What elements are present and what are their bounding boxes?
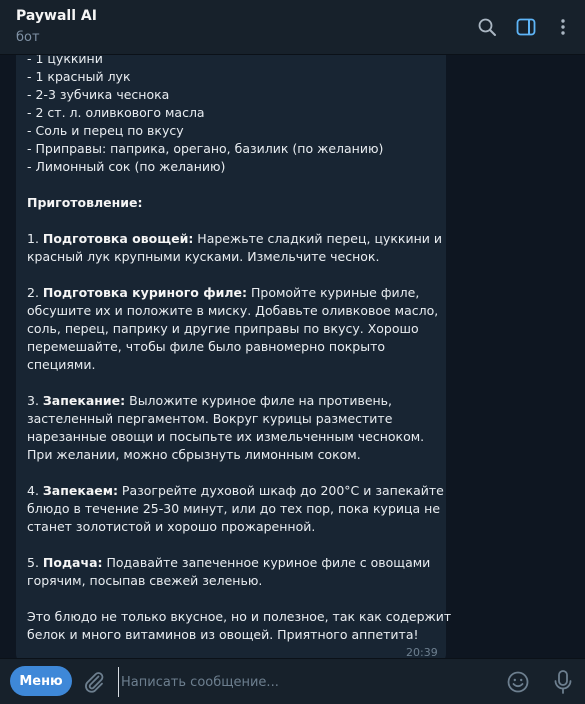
message-text: - 1 цуккини - 1 красный лук - 2-3 зубчика …	[27, 55, 451, 644]
bold-heading: Запекание:	[42, 393, 126, 408]
bold-heading: Запекаем:	[42, 483, 118, 498]
line-text: специями.	[27, 357, 96, 372]
message-line: 2. Подготовка куриного филе: Промойте ку…	[27, 284, 437, 302]
message-line: При желании, можно сбрызнуть лимонным со…	[27, 446, 437, 464]
message-line: - Соль и перец по вкусу	[27, 122, 437, 140]
line-text: застеленный пергаментом. Вокруг курицы р…	[27, 411, 393, 426]
step-number: 2.	[27, 285, 43, 300]
line-text: нарезанные овощи и посыпьте их измельчен…	[27, 429, 425, 444]
chat-area[interactable]: - 1 цуккини - 1 красный лук - 2-3 зубчика …	[0, 55, 585, 658]
step-number: 3.	[27, 393, 43, 408]
message-line: 3. Запекание: Выложите куриное филе на п…	[27, 392, 437, 410]
paperclip-icon[interactable]	[82, 670, 106, 694]
message-line: перемешайте, чтобы филе было равномерно …	[27, 338, 437, 356]
chat-title[interactable]: Paywall AI	[16, 8, 97, 24]
line-text: станет золотистой и хорошо прожаренной.	[27, 519, 316, 534]
more-vertical-icon[interactable]	[552, 16, 574, 38]
emoji-icon[interactable]	[506, 670, 530, 694]
line-text: перемешайте, чтобы филе было равномерно …	[27, 339, 386, 354]
message-line: станет золотистой и хорошо прожаренной.	[27, 518, 437, 536]
line-text: белок и много витаминов из овощей. Прият…	[27, 627, 419, 642]
line-text: горячим, посыпав свежей зеленью.	[27, 573, 263, 588]
message-line: - 1 красный лук	[27, 68, 437, 86]
bold-heading: Подача:	[42, 555, 103, 570]
bold-heading: Подготовка куриного филе:	[42, 285, 248, 300]
line-text: - Приправы: паприка, орегано, базилик (п…	[27, 141, 384, 156]
message-line: горячим, посыпав свежей зеленью.	[27, 572, 437, 590]
message-line: 5. Подача: Подавайте запеченное куриное …	[27, 554, 437, 572]
line-text: - Лимонный сок (по желанию)	[27, 159, 226, 174]
message-line: обсушите их и положите в миску. Добавьте…	[27, 302, 439, 320]
message-time: 20:39	[406, 646, 438, 658]
message-line: - 2-3 зубчика чеснока	[27, 86, 437, 104]
line-text: - 1 красный лук	[27, 69, 131, 84]
line-text: - 2 ст. л. оливкового масла	[27, 105, 205, 120]
chat-header: Paywall AI бот	[0, 0, 585, 55]
microphone-icon[interactable]	[551, 669, 575, 695]
chat-subtitle: бот	[16, 30, 40, 45]
line-text: обсушите их и положите в миску. Добавьте…	[27, 303, 439, 318]
message-line: - Лимонный сок (по желанию)	[27, 158, 437, 176]
message-line: - 2 ст. л. оливкового масла	[27, 104, 437, 122]
message-line: 1. Подготовка овощей: Нарежьте сладкий п…	[27, 230, 442, 248]
step-number: 5.	[27, 555, 43, 570]
line-text: Промойте куриные филе,	[247, 285, 420, 300]
step-number: 4.	[27, 483, 43, 498]
line-text: Выложите куриное филе на противень,	[125, 393, 393, 408]
message-input[interactable]	[118, 667, 491, 697]
line-text: Разогрейте духовой шкаф до 200°C и запек…	[117, 483, 444, 498]
line-text: При желании, можно сбрызнуть лимонным со…	[27, 447, 361, 462]
message-line: - 1 цуккини	[27, 55, 437, 68]
message-line: Приготовление:	[27, 194, 437, 212]
bold-heading: Приготовление:	[27, 195, 143, 210]
message-line: застеленный пергаментом. Вокруг курицы р…	[27, 410, 437, 428]
line-text: Нарежьте сладкий перец, цуккини и	[193, 231, 442, 246]
menu-button[interactable]: Меню	[10, 666, 72, 696]
line-text: Это блюдо не только вкусное, но и полезн…	[27, 609, 452, 624]
sidebar-toggle-icon[interactable]	[515, 16, 537, 38]
message-line: Это блюдо не только вкусное, но и полезн…	[27, 608, 451, 626]
line-text: Подавайте запеченное куриное филе с овощ…	[102, 555, 431, 570]
line-text: соль, перец, паприку и другие приправы п…	[27, 321, 419, 336]
message-line: специями.	[27, 356, 437, 374]
message-line: - Приправы: паприка, орегано, базилик (п…	[27, 140, 437, 158]
message-line: белок и много витаминов из овощей. Прият…	[27, 626, 437, 644]
message-line: блюдо в течение 25-30 минут, или до тех …	[27, 500, 441, 518]
composer: Меню	[0, 658, 585, 704]
line-text: - 2-3 зубчика чеснока	[27, 87, 170, 102]
line-text: - Соль и перец по вкусу	[27, 123, 184, 138]
message-line: соль, перец, паприку и другие приправы п…	[27, 320, 437, 338]
line-text: красный лук крупными кусками. Измельчите…	[27, 249, 380, 264]
search-icon[interactable]	[476, 16, 498, 38]
step-number: 1.	[27, 231, 43, 246]
message-line: нарезанные овощи и посыпьте их измельчен…	[27, 428, 437, 446]
line-text: - 1 цуккини	[27, 55, 103, 66]
bold-heading: Подготовка овощей:	[42, 231, 194, 246]
message-line: 4. Запекаем: Разогрейте духовой шкаф до …	[27, 482, 444, 500]
message-line: красный лук крупными кусками. Измельчите…	[27, 248, 437, 266]
line-text: блюдо в течение 25-30 минут, или до тех …	[27, 501, 441, 516]
